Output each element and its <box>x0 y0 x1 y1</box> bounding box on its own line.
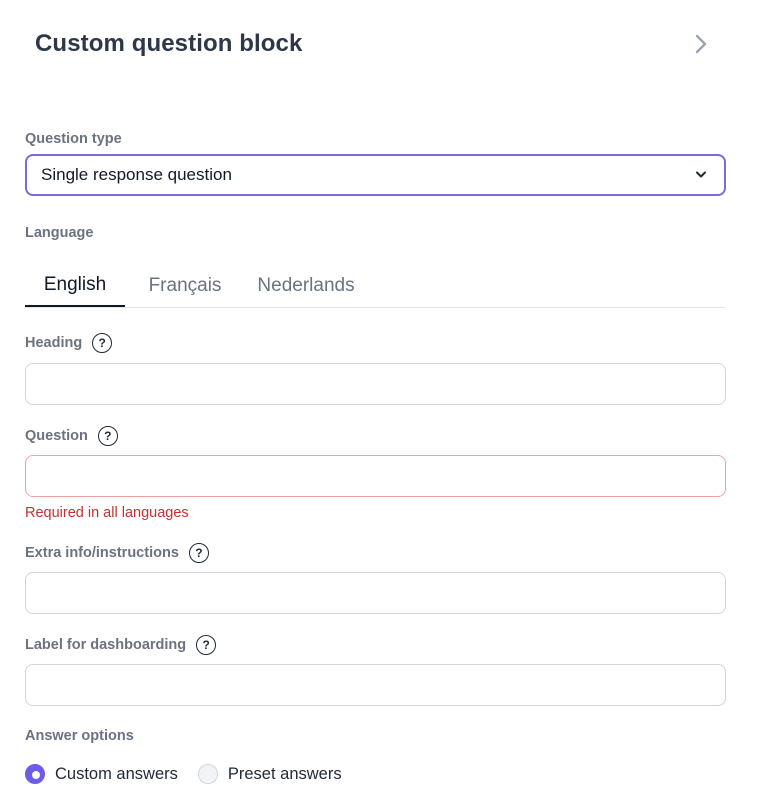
question-type-value: Single response question <box>41 165 232 184</box>
question-label: Question <box>25 428 88 444</box>
radio-preset-answers-label: Preset answers <box>227 764 342 783</box>
question-type-select[interactable]: Single response question <box>25 154 726 196</box>
help-icon[interactable]: ? <box>196 635 217 655</box>
radio-custom-answers-label: Custom answers <box>55 764 178 783</box>
radio-custom-answers[interactable]: Custom answers <box>25 764 178 784</box>
tab-francais[interactable]: Français <box>125 265 245 307</box>
chevron-down-icon <box>694 168 708 182</box>
radio-preset-answers[interactable]: Preset answers <box>197 764 342 784</box>
question-type-label: Question type <box>25 131 122 147</box>
dashboard-label-row: Label for dashboarding ? <box>25 635 217 655</box>
answer-options-radio-group: Custom answers Preset answers <box>25 764 362 784</box>
language-label: Language <box>25 225 94 241</box>
heading-input[interactable] <box>25 363 726 405</box>
tab-nederlands[interactable]: Nederlands <box>245 265 367 307</box>
heading-label: Heading <box>25 335 83 351</box>
heading-label-row: Heading ? <box>25 333 113 353</box>
extra-info-input[interactable] <box>25 572 726 614</box>
help-icon[interactable]: ? <box>188 543 209 563</box>
help-icon[interactable]: ? <box>92 333 113 353</box>
tab-english[interactable]: English <box>25 265 125 307</box>
answer-options-label: Answer options <box>25 728 134 744</box>
radio-button-unchecked[interactable] <box>197 764 218 784</box>
help-icon[interactable]: ? <box>97 426 118 446</box>
extra-info-label: Extra info/instructions <box>25 545 179 561</box>
language-tabs: English Français Nederlands <box>25 265 726 308</box>
question-label-row: Question ? <box>25 426 118 446</box>
question-error-message: Required in all languages <box>25 505 189 521</box>
extra-info-label-row: Extra info/instructions ? <box>25 543 209 563</box>
question-input[interactable] <box>25 455 726 497</box>
chevron-right-icon[interactable] <box>690 32 712 56</box>
panel-title: Custom question block <box>35 30 303 57</box>
dashboard-label: Label for dashboarding <box>25 637 187 653</box>
radio-button-checked[interactable] <box>25 764 45 784</box>
dashboard-label-input[interactable] <box>25 664 726 706</box>
